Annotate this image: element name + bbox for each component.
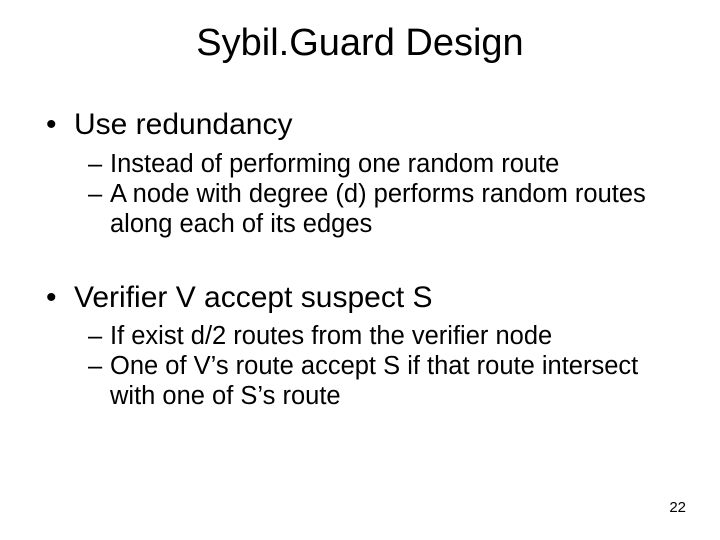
bullet-icon: •: [46, 281, 74, 314]
bullet-text: Verifier V accept suspect S: [74, 281, 433, 316]
sub-item: – One of V’s route accept S if that rout…: [88, 351, 660, 411]
dash-icon: –: [88, 149, 110, 179]
sub-item: – If exist d/2 routes from the verifier …: [88, 321, 660, 351]
sub-item: – A node with degree (d) performs random…: [88, 179, 660, 239]
sub-item: – Instead of performing one random route: [88, 149, 660, 179]
sub-text: If exist d/2 routes from the verifier no…: [110, 321, 552, 351]
sub-text: A node with degree (d) performs random r…: [110, 179, 660, 239]
bullet-icon: •: [46, 108, 74, 141]
bullet-item: • Use redundancy: [46, 108, 660, 143]
dash-icon: –: [88, 321, 110, 351]
sub-text: Instead of performing one random route: [110, 149, 559, 179]
slide-title: Sybil.Guard Design: [0, 22, 720, 65]
bullet-item: • Verifier V accept suspect S: [46, 281, 660, 316]
dash-icon: –: [88, 351, 110, 381]
bullet-text: Use redundancy: [74, 108, 292, 143]
slide-body: • Use redundancy – Instead of performing…: [46, 108, 660, 411]
page-number: 22: [669, 499, 686, 516]
dash-icon: –: [88, 179, 110, 209]
sub-text: One of V’s route accept S if that route …: [110, 351, 660, 411]
slide: Sybil.Guard Design • Use redundancy – In…: [0, 0, 720, 540]
